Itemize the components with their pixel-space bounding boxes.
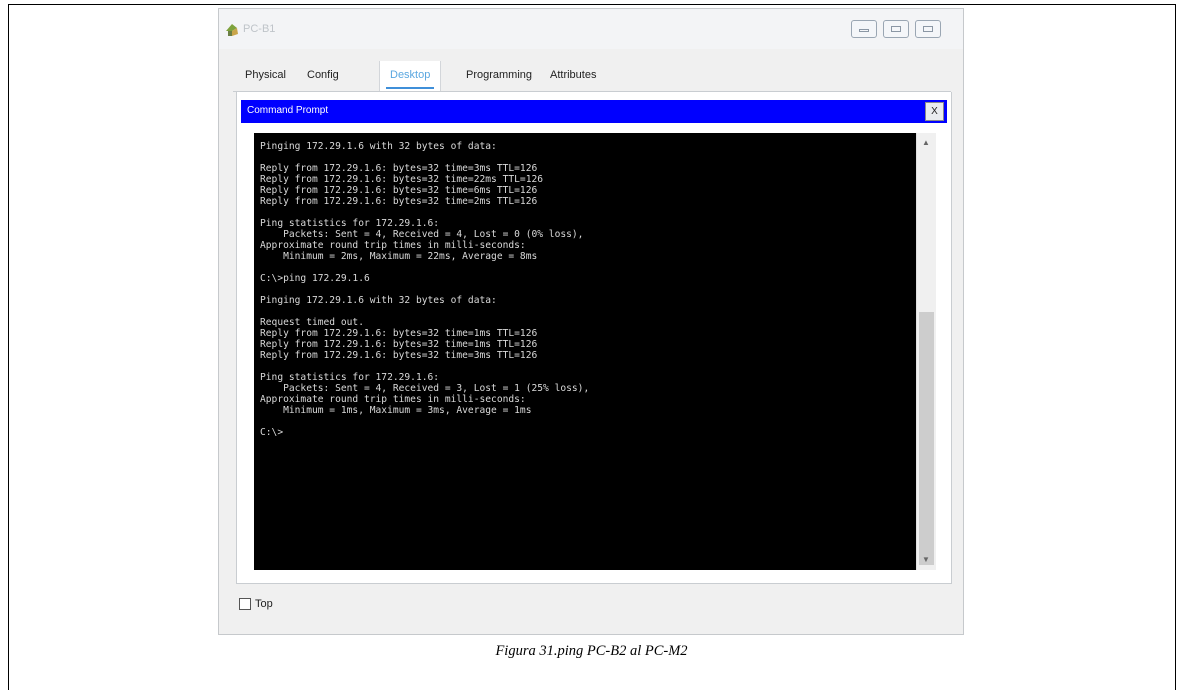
tab-attributes[interactable]: Attributes — [540, 61, 606, 91]
terminal-line: Reply from 172.29.1.6: bytes=32 time=6ms… — [260, 185, 538, 196]
maximize-button[interactable] — [883, 20, 909, 38]
pc-window: PC-B1 Physical Config Desktop Programmin… — [218, 8, 964, 635]
terminal-output[interactable]: Pinging 172.29.1.6 with 32 bytes of data… — [254, 133, 916, 570]
top-checkbox-label: Top — [255, 598, 273, 610]
tab-physical[interactable]: Physical — [235, 61, 296, 91]
terminal-line: Reply from 172.29.1.6: bytes=32 time=2ms… — [260, 196, 538, 207]
terminal-line: Request timed out. — [260, 317, 364, 328]
terminal-line: Packets: Sent = 4, Received = 3, Lost = … — [260, 383, 590, 394]
close-button[interactable]: X — [925, 102, 944, 121]
tab-desktop[interactable]: Desktop — [379, 61, 442, 91]
tab-programming[interactable]: Programming — [456, 61, 542, 91]
terminal-scrollbar[interactable]: ▲ ▼ — [916, 133, 936, 570]
scroll-down-icon[interactable]: ▼ — [917, 552, 935, 568]
terminal-line: Packets: Sent = 4, Received = 4, Lost = … — [260, 229, 584, 240]
tab-bar: Physical Config Desktop Programming Attr… — [235, 61, 947, 91]
terminal-line: Minimum = 1ms, Maximum = 3ms, Average = … — [260, 405, 532, 416]
top-checkbox[interactable] — [239, 598, 251, 610]
figure-caption: Figura 31.ping PC-B2 al PC-M2 — [495, 643, 688, 659]
terminal-line: Reply from 172.29.1.6: bytes=32 time=1ms… — [260, 339, 538, 350]
tab-config[interactable]: Config — [297, 61, 349, 91]
restore-button[interactable] — [915, 20, 941, 38]
maximize-icon — [891, 26, 901, 32]
minimize-button[interactable] — [851, 20, 877, 38]
terminal-line: Ping statistics for 172.29.1.6: — [260, 218, 440, 229]
terminal-line: Approximate round trip times in milli-se… — [260, 240, 526, 251]
window-titlebar[interactable]: PC-B1 — [219, 9, 963, 49]
terminal-line: Reply from 172.29.1.6: bytes=32 time=3ms… — [260, 350, 538, 361]
restore-icon — [923, 26, 933, 32]
terminal-line: Pinging 172.29.1.6 with 32 bytes of data… — [260, 141, 497, 152]
terminal-line: C:\> — [260, 427, 284, 438]
terminal-line: Pinging 172.29.1.6 with 32 bytes of data… — [260, 295, 497, 306]
close-icon: X — [931, 106, 938, 117]
terminal-lines: Pinging 172.29.1.6 with 32 bytes of data… — [254, 133, 916, 438]
scroll-up-icon[interactable]: ▲ — [917, 135, 935, 151]
terminal-line: Reply from 172.29.1.6: bytes=32 time=3ms… — [260, 163, 538, 174]
window-title: PC-B1 — [243, 23, 276, 35]
command-prompt-header: Command Prompt X — [241, 100, 947, 123]
terminal-line: Reply from 172.29.1.6: bytes=32 time=22m… — [260, 174, 544, 185]
command-prompt-title: Command Prompt — [247, 105, 329, 116]
terminal-line: Ping statistics for 172.29.1.6: — [260, 372, 440, 383]
terminal-line: C:\>ping 172.29.1.6 — [260, 273, 370, 284]
terminal-line: Reply from 172.29.1.6: bytes=32 time=1ms… — [260, 328, 538, 339]
terminal-line: Approximate round trip times in milli-se… — [260, 394, 526, 405]
minimize-icon — [859, 29, 869, 32]
terminal-line: Minimum = 2ms, Maximum = 22ms, Average =… — [260, 251, 538, 262]
scrollbar-thumb[interactable] — [919, 312, 934, 565]
pc-device-icon — [226, 24, 238, 36]
